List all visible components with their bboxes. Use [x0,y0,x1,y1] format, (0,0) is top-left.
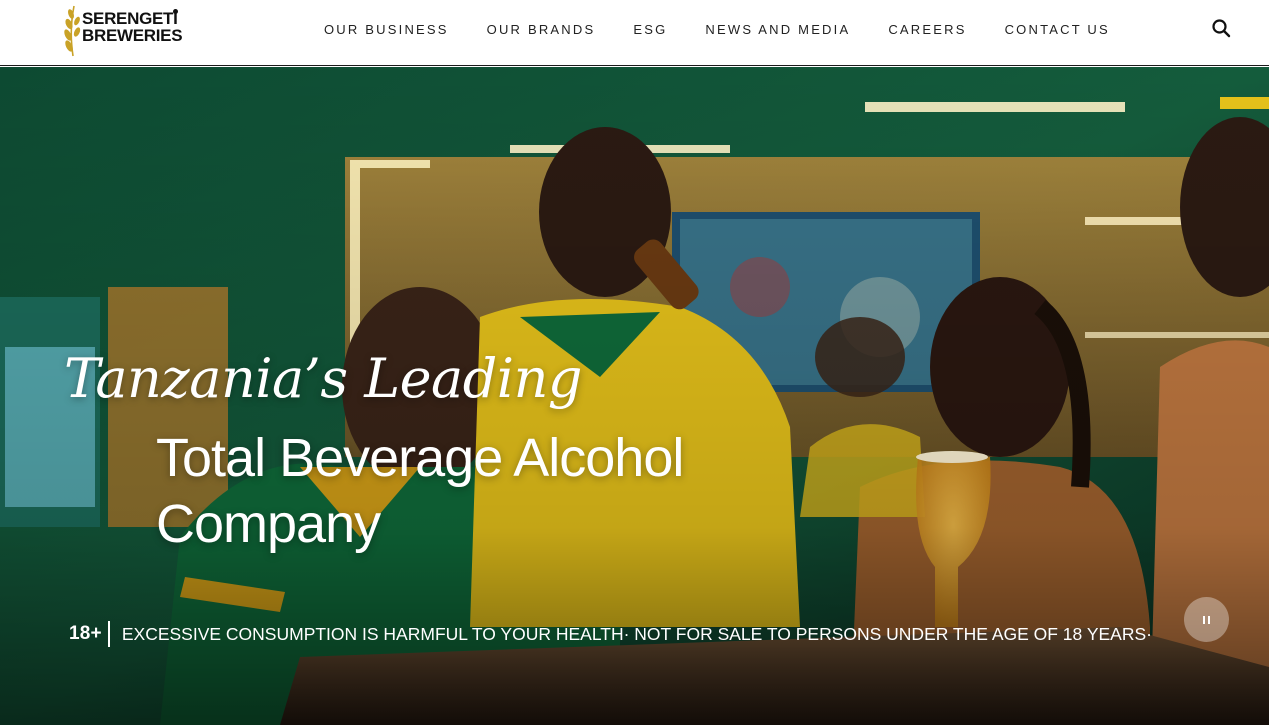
nav-our-business[interactable]: OUR BUSINESS [324,22,449,37]
hero-video: Tanzania’s Leading Total Beverage Alcoho… [0,67,1269,725]
health-warning-text: EXCESSIVE CONSUMPTION IS HARMFUL TO YOUR… [121,623,1152,644]
logo-dot [173,9,178,14]
site-header: SERENGETI BREWERIES OUR BUSINESS OUR BRA… [0,0,1269,66]
nav-our-brands[interactable]: OUR BRANDS [487,22,596,37]
logo-wordmark: SERENGETI BREWERIES [82,9,183,45]
hero-headline-line-1: Total Beverage Alcohol [156,428,684,488]
pause-icon [1203,615,1210,624]
nav-esg[interactable]: ESG [633,22,667,37]
hero-headline-line-2: Company [156,494,381,554]
main-nav: OUR BUSINESS OUR BRANDS ESG NEWS AND MED… [304,0,1148,58]
age-restriction-label: 18+ [69,623,102,644]
disclaimer-divider [107,621,110,647]
pause-video-button[interactable] [1184,597,1229,642]
logo-line-1: SERENGETI [82,9,178,28]
alcohol-disclaimer: 18+ EXCESSIVE CONSUMPTION IS HARMFUL TO … [69,620,1152,648]
wheat-icon [64,5,81,57]
hero-tagline: Tanzania’s Leading [64,347,582,410]
nav-careers[interactable]: CAREERS [888,22,966,37]
logo-line-2: BREWERIES [82,26,183,45]
search-icon[interactable] [1211,18,1231,38]
nav-contact-us[interactable]: CONTACT US [1005,22,1110,37]
nav-news-and-media[interactable]: NEWS AND MEDIA [705,22,850,37]
serengeti-breweries-logo[interactable]: SERENGETI BREWERIES [60,2,185,58]
hero-headline: Total Beverage Alcohol Company [156,425,684,557]
